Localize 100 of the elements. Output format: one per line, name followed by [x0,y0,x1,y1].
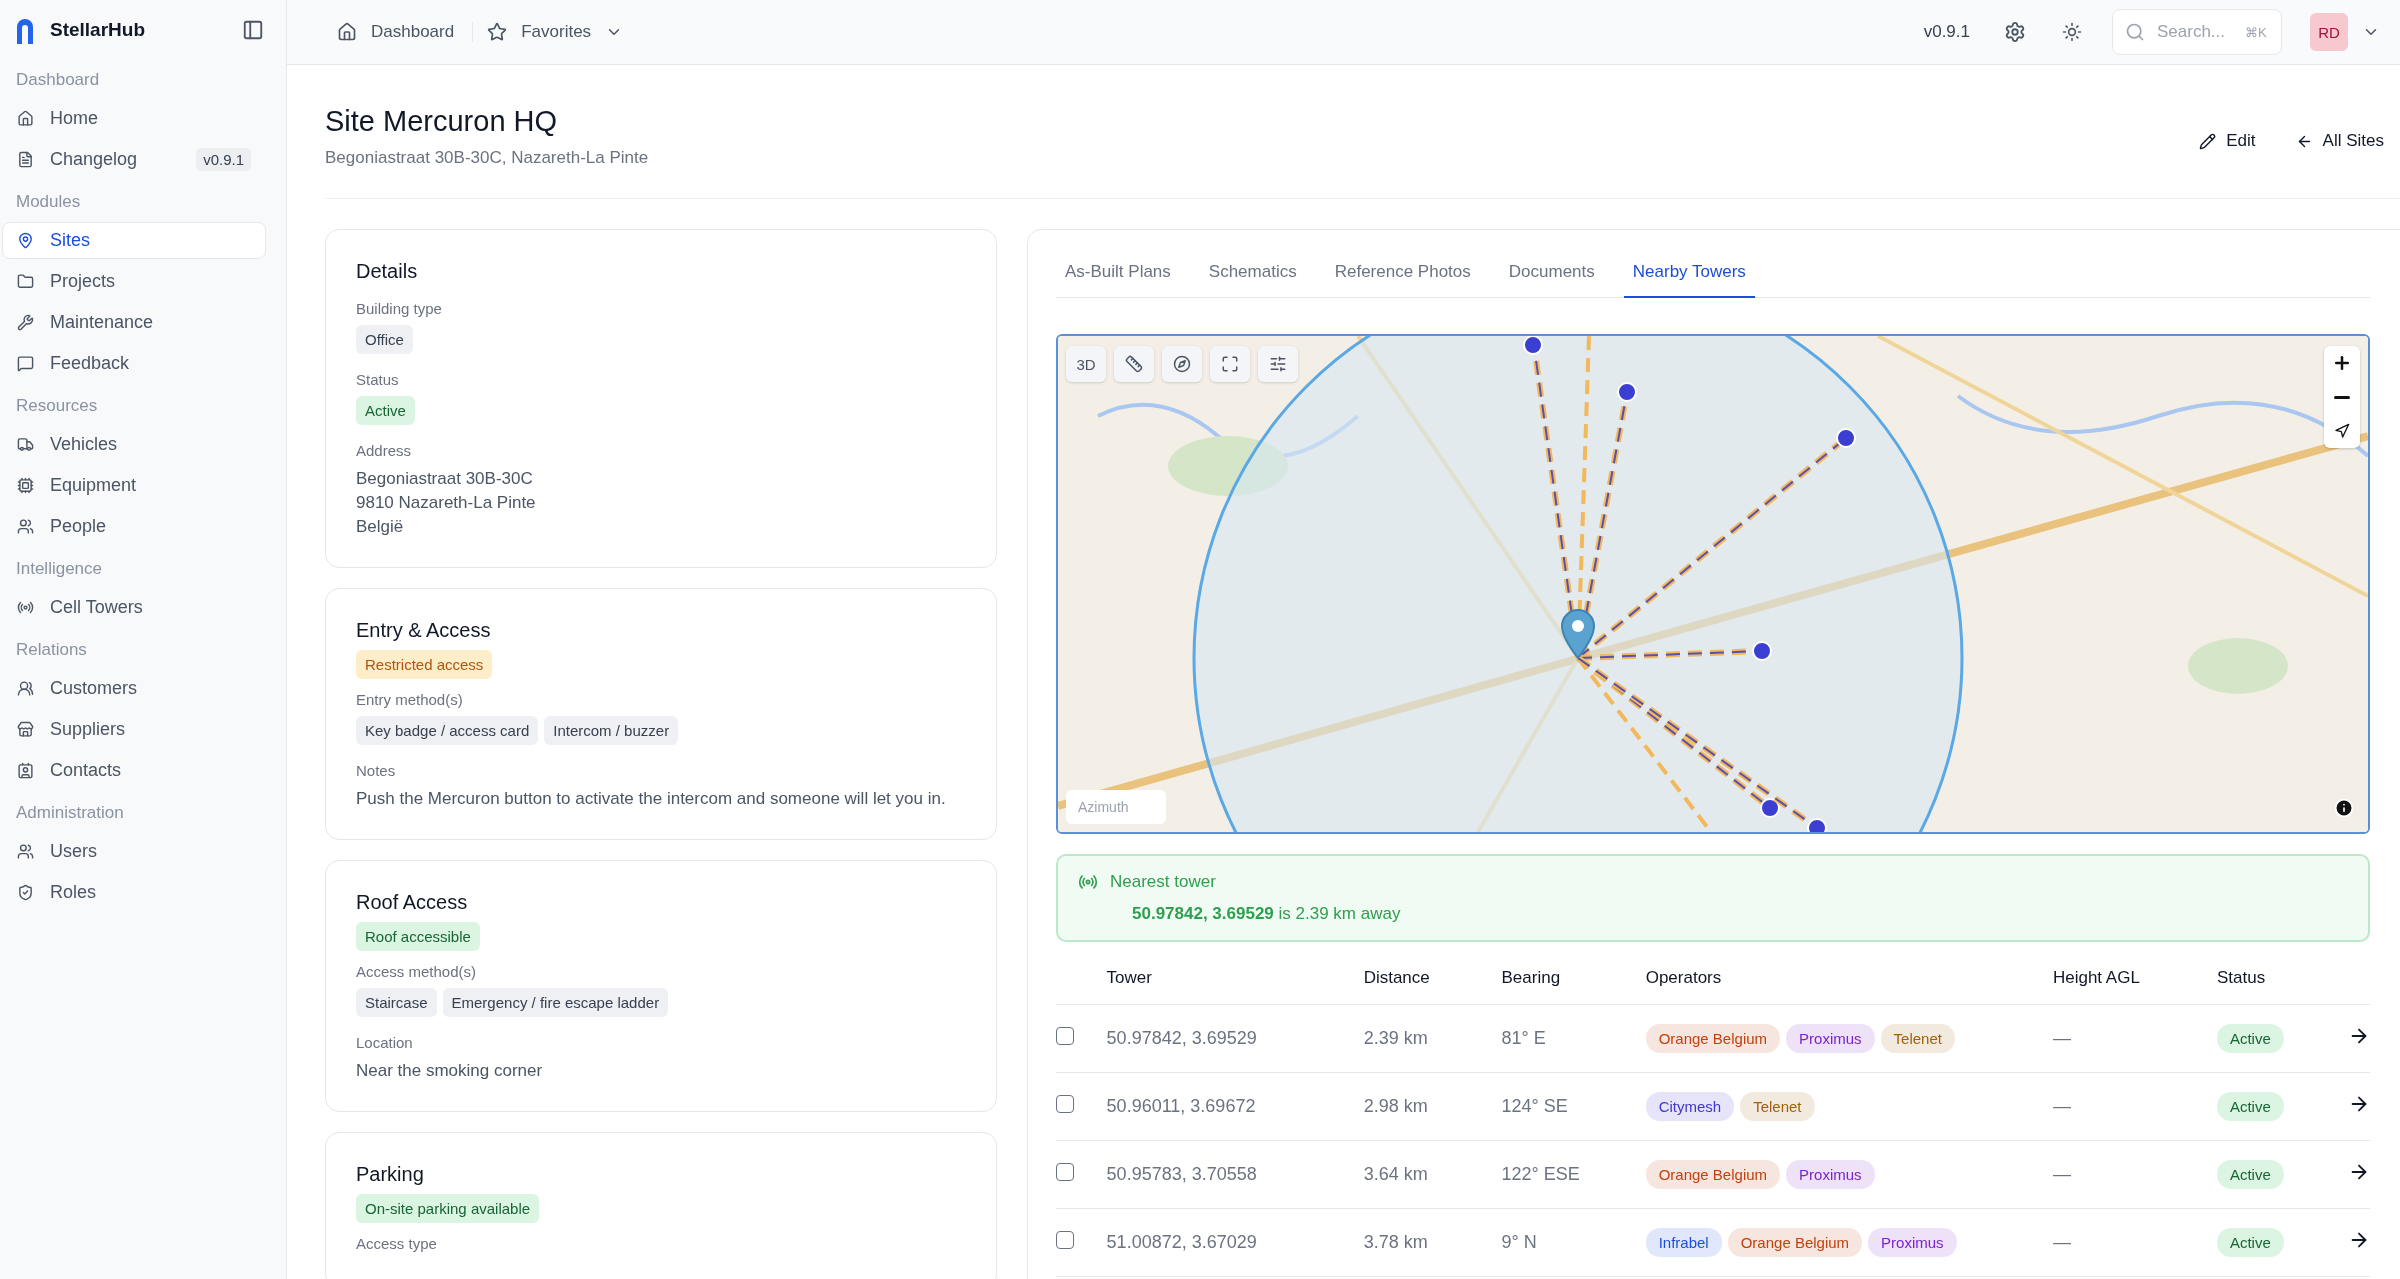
height-cell: — [2052,1232,2071,1252]
nav-item[interactable]: Home [2,100,266,137]
compass-button[interactable] [1162,346,1202,382]
value-tag: Office [356,325,413,354]
favorites-menu[interactable]: Favorites [487,22,642,42]
nav-label: Equipment [50,475,138,496]
nav-item[interactable]: People [2,508,266,545]
nav-item[interactable]: Maintenance [2,304,266,341]
tab[interactable]: As-Built Plans [1056,250,1180,298]
nav-item[interactable]: Vehicles [2,426,266,463]
ruler-icon [1125,355,1143,373]
value-tag: Staircase [356,988,437,1017]
column-header: Height AGL [2052,968,2140,987]
shortcut-hint: ⌘K [2245,24,2267,40]
field-label: Location [356,1034,414,1051]
operator-tag: Telenet [1740,1092,1815,1121]
column-header: Bearing [1501,968,1561,987]
status-tag: Active [2216,1160,2284,1189]
row-checkbox[interactable] [1056,1231,1074,1249]
nav-label: Roles [50,882,98,903]
tab[interactable]: Schematics [1199,250,1306,298]
operator-tag: Infrabel [1645,1228,1722,1257]
gear-icon [2004,21,2026,43]
people-icon [17,843,34,860]
row-checkbox[interactable] [1056,1027,1074,1045]
nav-item[interactable]: Feedback [2,345,266,382]
height-cell: — [2052,1096,2071,1116]
arch-logo-icon [14,16,36,44]
user-avatar[interactable]: RD [2310,13,2348,51]
breadcrumb-link[interactable]: Dashboard [337,22,474,42]
operator-tag: Orange Belgium [1645,1024,1781,1053]
nav-item[interactable]: Contacts [2,752,266,789]
field-label: Notes [356,762,397,779]
nav-label: Contacts [50,760,123,781]
row-checkbox[interactable] [1056,1163,1074,1181]
nav-item[interactable]: Customers [2,670,266,707]
nav-label: Suppliers [50,719,127,740]
back-link[interactable]: All Sites [2295,131,2384,151]
value-tag: Emergency / fire escape ladder [442,988,669,1017]
contact-card-icon [17,762,34,779]
row-checkbox[interactable] [1056,1095,1074,1113]
sidebar-toggle-icon[interactable] [242,19,264,41]
tower-coordinates: 51.00872, 3.67029 [1106,1232,1257,1252]
measure-button[interactable] [1114,346,1154,382]
pencil-icon [2199,132,2217,150]
field-value: Begoniastraat 30B-30C [356,468,534,490]
plus-icon [2332,353,2352,373]
tab[interactable]: Reference Photos [1325,250,1480,298]
nav-label: Cell Towers [50,597,144,618]
brand-name: StellarHub [50,19,147,41]
chip-icon [17,477,34,494]
column-header: Tower [1106,968,1152,987]
edit-link[interactable]: Edit [2199,131,2256,151]
operator-tag: Orange Belgium [1645,1160,1781,1189]
search-icon [2125,22,2145,42]
nav-item[interactable]: Roles [2,874,266,911]
tab[interactable]: Documents [1499,250,1604,298]
nav-item[interactable]: Sites [2,222,266,259]
nav-section-heading: Administration [15,803,125,824]
status-tag: Active [2216,1228,2284,1257]
search-field[interactable]: Search... [2155,21,2235,43]
operator-tag: Proximus [1786,1160,1875,1189]
page-title: Site Mercuron HQ [325,105,559,138]
status-tag: Roof accessible [356,922,480,951]
nav-item[interactable]: Cell Towers [2,589,266,626]
card-title: Parking [356,1163,425,1186]
operator-tag: Orange Belgium [1727,1228,1863,1257]
tools-icon [17,314,34,331]
bearing-cell: 124° SE [1501,1096,1568,1116]
home-icon [17,110,34,127]
layers-settings-button[interactable] [1258,346,1298,382]
nav-section-heading: Dashboard [15,70,101,91]
fullscreen-button[interactable] [1210,346,1250,382]
compass-icon [1173,355,1191,373]
nav-item[interactable]: Changelog v0.9.1 [2,141,266,178]
nav-item[interactable]: Projects [2,263,266,300]
tower-coordinates: 50.97842, 3.69529 [1106,1028,1257,1048]
nav-label: Vehicles [50,434,119,455]
field-label: Building type [356,300,443,317]
nav-section-heading: Relations [15,640,88,661]
distance-cell: 2.98 km [1363,1096,1428,1116]
azimuth-field[interactable]: Azimuth [1066,790,1166,824]
bearing-cell: 122° ESE [1501,1164,1580,1184]
value-tag: Key badge / access card [356,716,539,745]
bearing-cell: 81° E [1501,1028,1546,1048]
people-icon [17,518,34,535]
tab[interactable]: Nearby Towers [1623,250,1755,298]
tower-coordinates: 50.96011, 3.69672 [1106,1096,1256,1116]
status-tag: Active [2216,1092,2284,1121]
nav-item[interactable]: Users [2,833,266,870]
distance-cell: 2.39 km [1363,1028,1428,1048]
card-title: Roof Access [356,891,469,914]
3d-toggle-button[interactable]: 3D [1066,346,1106,382]
shield-icon [17,884,34,901]
nav-section-heading: Modules [15,192,82,213]
field-label: Access type [356,1235,438,1252]
nav-item[interactable]: Equipment [2,467,266,504]
field-label: Address [356,442,413,459]
nav-label: Sites [50,230,92,251]
nav-item[interactable]: Suppliers [2,711,266,748]
